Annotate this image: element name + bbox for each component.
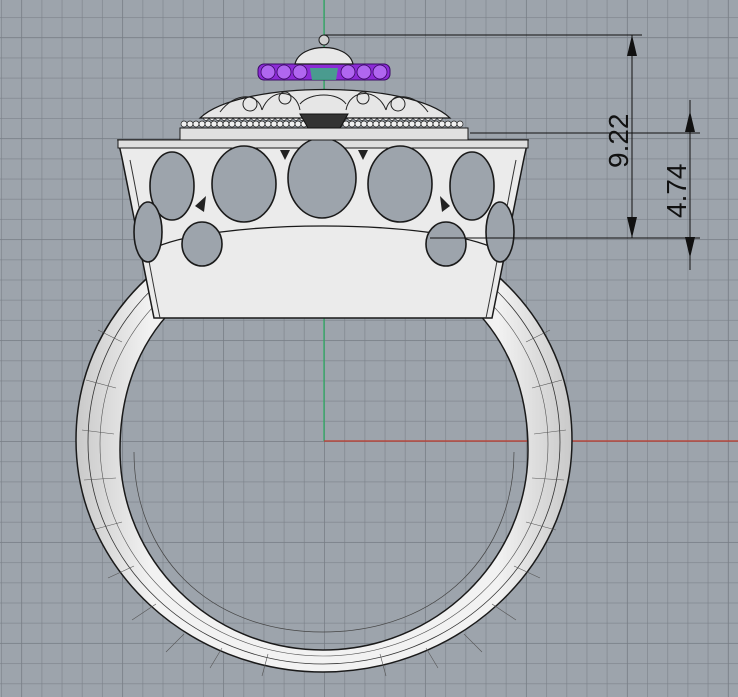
viewport-canvas[interactable]: 9.22 4.74 bbox=[0, 0, 738, 697]
crown-bead bbox=[402, 120, 410, 128]
crown-bead bbox=[390, 120, 398, 128]
crown-bead bbox=[204, 120, 212, 128]
crown-bead bbox=[198, 120, 206, 128]
crown-bead bbox=[186, 120, 194, 128]
front-viewport[interactable]: 9.22 4.74 bbox=[0, 0, 738, 697]
crown-bead bbox=[246, 120, 254, 128]
crown-bead bbox=[192, 120, 200, 128]
crown-bead bbox=[276, 120, 284, 128]
dimension-outer-label: 9.22 bbox=[603, 114, 634, 169]
crown-bead bbox=[270, 120, 278, 128]
crown-bead bbox=[354, 120, 362, 128]
crown-bead bbox=[234, 120, 242, 128]
crown-bead bbox=[288, 120, 296, 128]
crown-bead bbox=[396, 120, 404, 128]
crown-bead bbox=[444, 120, 452, 128]
crown-bead bbox=[222, 120, 230, 128]
crown-bead bbox=[348, 120, 356, 128]
crown-bead bbox=[258, 120, 266, 128]
crown-bead bbox=[456, 120, 464, 128]
crown-bead bbox=[240, 120, 248, 128]
crown-bead bbox=[294, 120, 302, 128]
crown-bead bbox=[426, 120, 434, 128]
crown-bead bbox=[264, 120, 272, 128]
crown-bead bbox=[252, 120, 260, 128]
crown-bead bbox=[432, 120, 440, 128]
crown-bead bbox=[384, 120, 392, 128]
crown-bead bbox=[180, 120, 188, 128]
crown-bead bbox=[438, 120, 446, 128]
crown-bead bbox=[210, 120, 218, 128]
amethyst-gem-icon[interactable] bbox=[257, 34, 391, 81]
crown-bead bbox=[216, 120, 224, 128]
crown-filigree[interactable] bbox=[179, 88, 469, 141]
crown-bead bbox=[360, 120, 368, 128]
dimension-inner-label: 4.74 bbox=[661, 164, 692, 219]
crown-bead bbox=[366, 120, 374, 128]
crown-bead bbox=[228, 120, 236, 128]
crown-bead bbox=[282, 120, 290, 128]
crown-bead bbox=[372, 120, 380, 128]
crown-bead bbox=[414, 120, 422, 128]
crown-bead bbox=[378, 120, 386, 128]
crown-bead bbox=[408, 120, 416, 128]
crown-bead bbox=[450, 120, 458, 128]
bezel-gallery[interactable] bbox=[117, 137, 529, 319]
crown-bead bbox=[420, 120, 428, 128]
